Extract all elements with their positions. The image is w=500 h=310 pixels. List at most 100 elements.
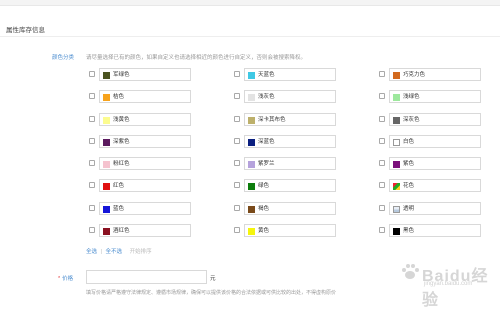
color-checkbox[interactable] xyxy=(379,182,385,188)
color-name-field[interactable]: 浅黄色 xyxy=(99,113,191,126)
color-name-field[interactable]: 褐色 xyxy=(244,202,336,215)
color-swatch xyxy=(248,72,255,79)
color-name-field[interactable]: 红色 xyxy=(99,179,191,192)
color-checkbox[interactable] xyxy=(234,160,240,166)
sort-link: 开始排序 xyxy=(129,249,152,255)
color-name: 浅绿色 xyxy=(403,94,420,100)
color-name-field[interactable]: 浅绿色 xyxy=(389,90,481,103)
color-name: 绿色 xyxy=(258,183,270,189)
color-checkbox[interactable] xyxy=(379,138,385,144)
paw-icon xyxy=(402,264,419,279)
color-swatch xyxy=(393,183,400,190)
color-name-field[interactable]: 花色 xyxy=(389,179,481,192)
color-row: 桔色 浅灰色 浅绿色 xyxy=(89,90,481,103)
color-name-field[interactable]: 紫色 xyxy=(389,157,481,170)
color-name-field[interactable]: 白色 xyxy=(389,135,481,148)
color-checkbox[interactable] xyxy=(89,116,95,122)
color-option: 深蓝色 xyxy=(234,135,336,148)
color-name-field[interactable]: 天蓝色 xyxy=(244,68,336,81)
color-checkbox[interactable] xyxy=(234,93,240,99)
color-option: 紫色 xyxy=(379,157,481,170)
color-checkbox[interactable] xyxy=(89,182,95,188)
color-name: 深蓝色 xyxy=(258,139,275,145)
color-option: 深卡其布色 xyxy=(234,113,336,126)
required-mark: * xyxy=(58,276,61,282)
color-checkbox[interactable] xyxy=(89,227,95,233)
color-checkbox[interactable] xyxy=(234,138,240,144)
color-checkbox[interactable] xyxy=(89,71,95,77)
color-name: 深卡其布色 xyxy=(258,117,286,123)
color-name: 紫色 xyxy=(403,161,415,167)
color-option: 绿色 xyxy=(234,179,336,192)
section-title: 属性库存信息 xyxy=(6,27,45,34)
color-checkbox[interactable] xyxy=(89,138,95,144)
color-checkbox[interactable] xyxy=(379,205,385,211)
price-note: 填写价格请严格遵守法律规定、遵循市场规律，确保可以提供该价格的合法依据或可供比较… xyxy=(86,290,337,296)
color-option: 褐色 xyxy=(234,202,336,215)
color-row: 蓝色 褐色 透明 xyxy=(89,202,481,215)
color-option: 蓝色 xyxy=(89,202,191,215)
color-name-field[interactable]: 蓝色 xyxy=(99,202,191,215)
color-checkbox[interactable] xyxy=(379,116,385,122)
color-option: 巧克力色 xyxy=(379,68,481,81)
color-name: 花色 xyxy=(403,183,415,189)
color-swatch xyxy=(393,72,400,79)
color-name-field[interactable]: 桔色 xyxy=(99,90,191,103)
color-name-field[interactable]: 巧克力色 xyxy=(389,68,481,81)
watermark: Baidu经验 jingyan.baidu.com xyxy=(398,258,494,309)
color-checkbox[interactable] xyxy=(379,160,385,166)
color-checkbox[interactable] xyxy=(234,182,240,188)
color-name: 红色 xyxy=(113,183,125,189)
color-checkbox[interactable] xyxy=(379,71,385,77)
color-name-field[interactable]: 酒红色 xyxy=(99,224,191,237)
color-name-field[interactable]: 深卡其布色 xyxy=(244,113,336,126)
color-name: 浅黄色 xyxy=(113,117,130,123)
color-name: 蓝色 xyxy=(113,206,125,212)
deselect-all-link[interactable]: 全不选 xyxy=(106,249,123,255)
color-swatch xyxy=(248,94,255,101)
price-label: * 价格 xyxy=(58,274,73,282)
color-name-field[interactable]: 透明 xyxy=(389,202,481,215)
color-swatch xyxy=(393,161,400,168)
color-option: 黑色 xyxy=(379,224,481,237)
color-option: 深灰色 xyxy=(379,113,481,126)
color-name: 白色 xyxy=(403,139,415,145)
color-name-field[interactable]: 粉红色 xyxy=(99,157,191,170)
color-name: 桔色 xyxy=(113,94,125,100)
color-swatch xyxy=(103,183,110,190)
color-checkbox[interactable] xyxy=(89,160,95,166)
color-name: 深紫色 xyxy=(113,139,130,145)
color-swatch xyxy=(248,183,255,190)
color-name: 黑色 xyxy=(403,228,415,234)
color-name-field[interactable]: 浅灰色 xyxy=(244,90,336,103)
color-row: 酒红色 黄色 黑色 xyxy=(89,224,481,237)
color-name-field[interactable]: 深蓝色 xyxy=(244,135,336,148)
color-swatch xyxy=(103,206,110,213)
color-category-label: 颜色分类 xyxy=(52,55,75,61)
color-name-field[interactable]: 深灰色 xyxy=(389,113,481,126)
color-checkbox[interactable] xyxy=(379,227,385,233)
color-name: 透明 xyxy=(403,206,415,212)
color-name-field[interactable]: 黑色 xyxy=(389,224,481,237)
color-swatch xyxy=(393,206,400,213)
color-name-field[interactable]: 军绿色 xyxy=(99,68,191,81)
color-swatch xyxy=(248,161,255,168)
price-input[interactable] xyxy=(86,270,207,284)
color-checkbox[interactable] xyxy=(89,205,95,211)
color-swatch xyxy=(393,139,400,146)
color-name: 天蓝色 xyxy=(258,72,275,78)
color-checkbox[interactable] xyxy=(234,71,240,77)
color-checkbox[interactable] xyxy=(379,93,385,99)
color-row: 浅黄色 深卡其布色 深灰色 xyxy=(89,113,481,126)
color-checkbox[interactable] xyxy=(234,205,240,211)
color-checkbox[interactable] xyxy=(89,93,95,99)
color-row: 红色 绿色 花色 xyxy=(89,179,481,192)
color-checkbox[interactable] xyxy=(234,116,240,122)
color-checkbox[interactable] xyxy=(234,227,240,233)
color-name-field[interactable]: 紫罗兰 xyxy=(244,157,336,170)
color-name-field[interactable]: 黄色 xyxy=(244,224,336,237)
color-swatch xyxy=(393,94,400,101)
color-name-field[interactable]: 深紫色 xyxy=(99,135,191,148)
select-all-link[interactable]: 全选 xyxy=(86,249,97,255)
color-name-field[interactable]: 绿色 xyxy=(244,179,336,192)
